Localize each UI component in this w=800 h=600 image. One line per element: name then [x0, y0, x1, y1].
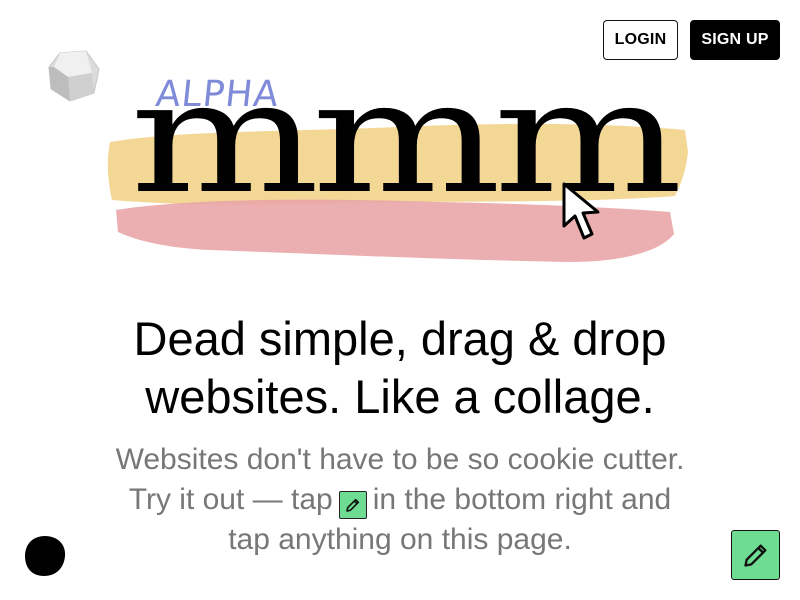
pencil-icon	[743, 544, 766, 567]
headline-line-1: Dead simple, drag & drop	[133, 312, 667, 365]
edit-mode-button[interactable]	[731, 530, 780, 580]
blob-shape[interactable]	[24, 535, 66, 577]
hero-headline[interactable]: Dead simple, drag & drop websites. Like …	[0, 310, 800, 426]
gem-icon[interactable]	[46, 47, 102, 103]
logo[interactable]: mmm	[100, 60, 700, 272]
cursor-arrow-icon	[562, 182, 600, 240]
signup-button[interactable]: SIGN UP	[690, 20, 780, 60]
pencil-icon	[338, 491, 367, 519]
hero-subtext[interactable]: Websites don't have to be so cookie cutt…	[110, 440, 690, 560]
headline-line-2: websites. Like a collage.	[145, 370, 655, 423]
